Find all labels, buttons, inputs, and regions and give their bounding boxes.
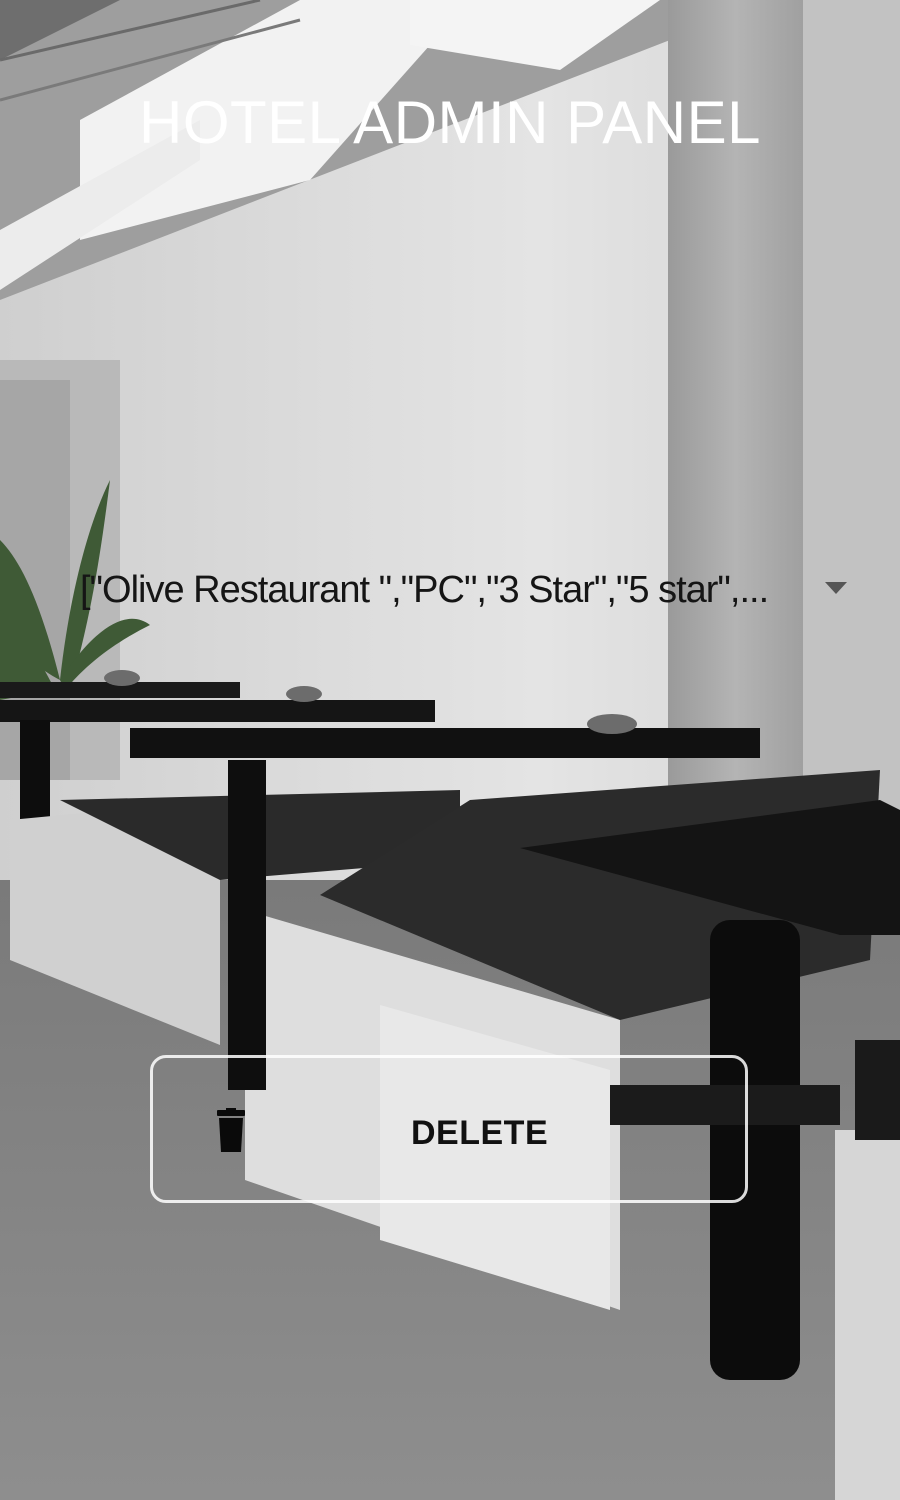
delete-button-label: DELETE — [411, 1114, 549, 1152]
dropdown-selected-value: ["Olive Restaurant ","PC","3 Star","5 st… — [80, 568, 769, 611]
dropdown-arrow-icon — [825, 582, 847, 594]
delete-button[interactable]: DELETE — [150, 1055, 748, 1203]
page-title: HOTEL ADMIN PANEL — [139, 89, 761, 156]
trash-icon — [217, 1108, 245, 1152]
background-image — [0, 0, 900, 1500]
hotel-selector-dropdown[interactable]: ["Olive Restaurant ","PC","3 Star","5 st… — [80, 560, 860, 620]
